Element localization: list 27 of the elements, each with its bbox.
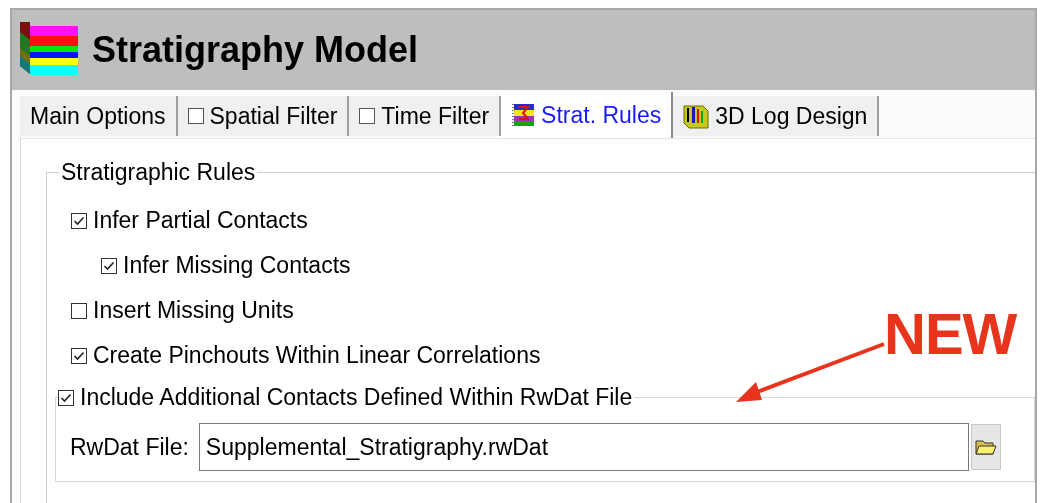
tab[interactable]: Strat. Rules (501, 92, 674, 138)
layers-icon (20, 22, 78, 78)
field-label: RwDat File: (70, 433, 189, 461)
option-label: Infer Partial Contacts (93, 207, 308, 234)
tab[interactable]: Main Options (20, 96, 178, 136)
tab[interactable]: Time Filter (349, 96, 502, 136)
window-title: Stratigraphy Model (92, 29, 419, 71)
checkbox[interactable] (101, 257, 117, 274)
option-label: Insert Missing Units (93, 297, 294, 324)
checkbox[interactable] (58, 389, 74, 406)
tab[interactable]: 3D Log Design (673, 96, 880, 136)
bar-chart-icon (683, 103, 710, 129)
option-label: Include Additional Contacts Defined Within RwDat File (80, 384, 633, 411)
tab[interactable]: Spatial Filter (177, 96, 350, 136)
checkbox[interactable] (187, 108, 204, 124)
group-title: Stratigraphic Rules (60, 159, 257, 186)
checkbox[interactable] (71, 347, 87, 364)
file-field[interactable]: Supplemental_Stratigraphy.rwDat (198, 423, 969, 471)
layers-icon (511, 103, 536, 127)
annotation-text: NEW (884, 300, 1017, 367)
browse-button[interactable] (970, 424, 1001, 470)
folder-icon (974, 438, 997, 456)
option-label: Infer Missing Contacts (123, 252, 351, 279)
checkbox[interactable] (359, 108, 376, 124)
checkbox[interactable] (71, 302, 87, 319)
checkbox[interactable] (71, 212, 87, 229)
option-label: Create Pinchouts Within Linear Correlations (93, 342, 541, 369)
